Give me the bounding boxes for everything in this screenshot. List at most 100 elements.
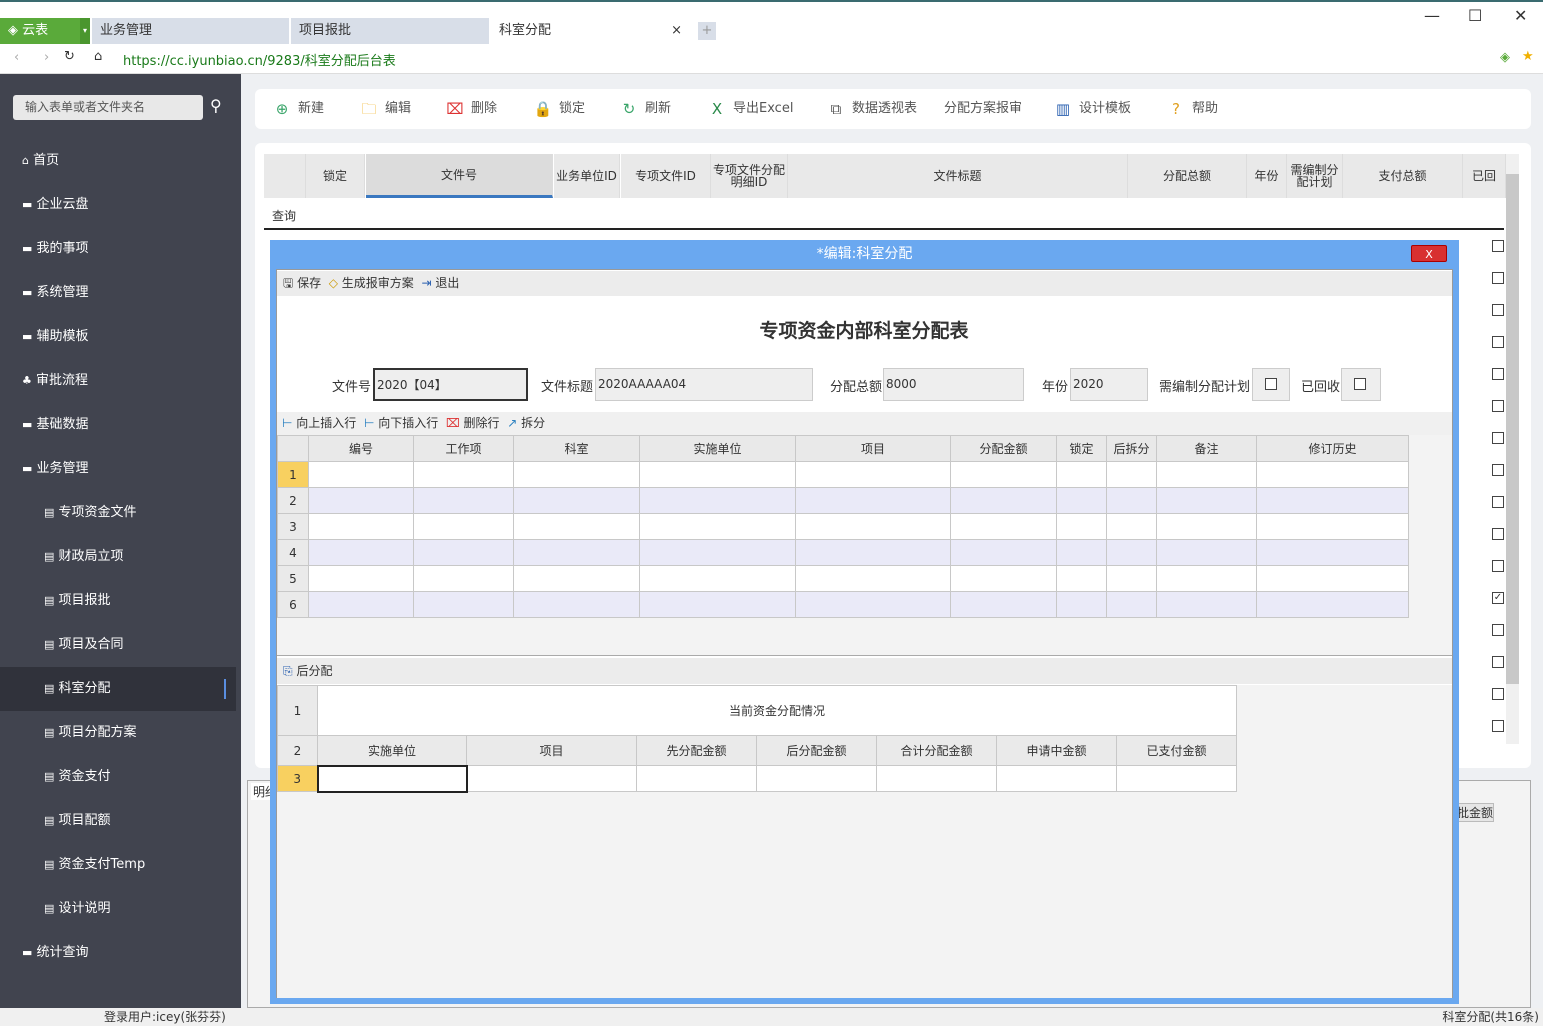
row-checkbox[interactable]: ✓ xyxy=(1492,592,1504,604)
sidebar-item[interactable]: ▤ 资金支付 xyxy=(0,755,236,799)
detail-column-header[interactable]: 分配金额 xyxy=(950,435,1057,462)
toolbar-button[interactable]: 🔒 锁定 xyxy=(533,89,585,129)
tab-dept-allocation[interactable]: 科室分配 × xyxy=(491,18,690,44)
post-cell[interactable] xyxy=(876,765,997,792)
save-button[interactable]: 🖫 保存 xyxy=(283,276,321,290)
detail-cell[interactable] xyxy=(1056,565,1107,592)
insert-below-button[interactable]: ⊢ 向下插入行 xyxy=(364,416,438,430)
toolbar-button[interactable]: X 导出Excel xyxy=(707,89,794,129)
detail-cell[interactable] xyxy=(950,539,1057,566)
toolbar-button[interactable]: 🗀 编辑 xyxy=(359,89,411,129)
detail-cell[interactable] xyxy=(1056,539,1107,566)
toolbar-button[interactable]: ? 帮助 xyxy=(1166,89,1218,129)
brand-tab[interactable]: ◈ 云表 ▾ xyxy=(0,18,90,44)
detail-cell[interactable] xyxy=(950,461,1057,488)
sidebar-item[interactable]: ⌂ 首页 xyxy=(0,139,236,183)
detail-cell[interactable] xyxy=(1256,539,1409,566)
detail-cell[interactable] xyxy=(639,461,796,488)
toolbar-button[interactable]: ▥ 设计模板 xyxy=(1053,89,1131,129)
sidebar-item[interactable]: ▬ 辅助模板 xyxy=(0,315,236,359)
row-checkbox[interactable] xyxy=(1492,496,1504,508)
detail-cell[interactable] xyxy=(639,513,796,540)
detail-column-header[interactable]: 项目 xyxy=(795,435,951,462)
detail-column-header[interactable]: 后拆分 xyxy=(1106,435,1157,462)
reload-icon[interactable]: ↻ xyxy=(64,49,75,64)
detail-cell[interactable] xyxy=(950,591,1057,618)
detail-cell[interactable] xyxy=(950,513,1057,540)
detail-cell[interactable] xyxy=(1106,591,1157,618)
detail-cell[interactable] xyxy=(1156,539,1257,566)
detail-cell[interactable] xyxy=(413,539,514,566)
maximize-button[interactable]: ☐ xyxy=(1468,6,1482,25)
detail-cell[interactable] xyxy=(1156,487,1257,514)
extension-icon[interactable]: ◈ xyxy=(1500,50,1510,65)
detail-cell[interactable] xyxy=(1056,591,1107,618)
sidebar-item[interactable]: ▬ 统计查询 xyxy=(0,931,236,975)
column-header[interactable]: 分配总额 xyxy=(1128,154,1247,198)
post-column-header[interactable]: 合计分配金额 xyxy=(876,735,997,766)
detail-cell[interactable] xyxy=(1256,591,1409,618)
detail-cell[interactable] xyxy=(639,565,796,592)
detail-cell[interactable] xyxy=(308,591,414,618)
detail-cell[interactable] xyxy=(413,513,514,540)
detail-column-header[interactable]: 备注 xyxy=(1156,435,1257,462)
detail-cell[interactable] xyxy=(1106,461,1157,488)
detail-row[interactable]: 1 xyxy=(277,461,1409,488)
post-cell[interactable] xyxy=(756,765,877,792)
detail-column-header[interactable]: 修订历史 xyxy=(1256,435,1409,462)
sidebar-item[interactable]: ▤ 资金支付Temp xyxy=(0,843,236,887)
column-header[interactable]: 专项文件分配明细ID xyxy=(711,154,788,198)
detail-cell[interactable] xyxy=(1256,565,1409,592)
post-cell[interactable] xyxy=(636,765,757,792)
detail-cell[interactable] xyxy=(1056,487,1107,514)
vertical-scrollbar[interactable] xyxy=(1506,154,1519,744)
sidebar-item[interactable]: ▬ 企业云盘 xyxy=(0,183,236,227)
detail-cell[interactable] xyxy=(1106,539,1157,566)
detail-cell[interactable] xyxy=(795,565,951,592)
row-checkbox[interactable] xyxy=(1492,528,1504,540)
search-icon[interactable]: ⚲ xyxy=(210,96,222,115)
detail-row[interactable]: 5 xyxy=(277,565,1409,592)
detail-cell[interactable] xyxy=(1156,565,1257,592)
star-icon[interactable]: ★ xyxy=(1522,49,1534,64)
detail-cell[interactable] xyxy=(308,513,414,540)
detail-cell[interactable] xyxy=(1056,513,1107,540)
sidebar-item[interactable]: ▤ 科室分配 xyxy=(0,667,236,711)
detail-cell[interactable] xyxy=(1256,513,1409,540)
detail-column-header[interactable]: 工作项 xyxy=(413,435,514,462)
row-checkbox[interactable] xyxy=(1492,464,1504,476)
recovered-checkbox[interactable] xyxy=(1354,378,1366,390)
detail-cell[interactable] xyxy=(1256,487,1409,514)
row-checkbox[interactable] xyxy=(1492,656,1504,668)
title-field[interactable]: 2020AAAAA04 xyxy=(595,368,813,401)
toolbar-button[interactable]: 分配方案报审 xyxy=(944,89,1022,129)
column-header[interactable]: 锁定 xyxy=(306,154,365,198)
sidebar-item[interactable]: ▬ 我的事项 xyxy=(0,227,236,271)
sidebar-item[interactable]: ▬ 基础数据 xyxy=(0,403,236,447)
column-header[interactable]: 需编制分配计划 xyxy=(1287,154,1343,198)
detail-column-header[interactable]: 编号 xyxy=(308,435,414,462)
row-checkbox[interactable] xyxy=(1492,624,1504,636)
detail-cell[interactable] xyxy=(513,539,640,566)
detail-cell[interactable] xyxy=(1106,487,1157,514)
column-header[interactable]: 支付总额 xyxy=(1343,154,1463,198)
year-field[interactable]: 2020 xyxy=(1070,368,1148,401)
detail-cell[interactable] xyxy=(308,539,414,566)
toolbar-button[interactable]: ↻ 刷新 xyxy=(619,89,671,129)
detail-row[interactable]: 4 xyxy=(277,539,1409,566)
detail-column-header[interactable]: 科室 xyxy=(513,435,640,462)
detail-cell[interactable] xyxy=(513,565,640,592)
delete-row-button[interactable]: ⌧ 删除行 xyxy=(446,416,500,430)
detail-cell[interactable] xyxy=(1106,513,1157,540)
detail-cell[interactable] xyxy=(1256,461,1409,488)
active-cell[interactable] xyxy=(316,764,468,793)
dropdown-icon[interactable]: ▾ xyxy=(80,18,90,44)
total-field[interactable]: 8000 xyxy=(883,368,1024,401)
column-header[interactable]: 年份 xyxy=(1247,154,1287,198)
post-column-header[interactable]: 已支付金额 xyxy=(1116,735,1237,766)
row-checkbox[interactable] xyxy=(1492,336,1504,348)
row-checkbox[interactable] xyxy=(1492,272,1504,284)
detail-cell[interactable] xyxy=(639,487,796,514)
tab-business[interactable]: 业务管理 xyxy=(92,18,289,44)
minimize-button[interactable]: — xyxy=(1424,6,1440,25)
